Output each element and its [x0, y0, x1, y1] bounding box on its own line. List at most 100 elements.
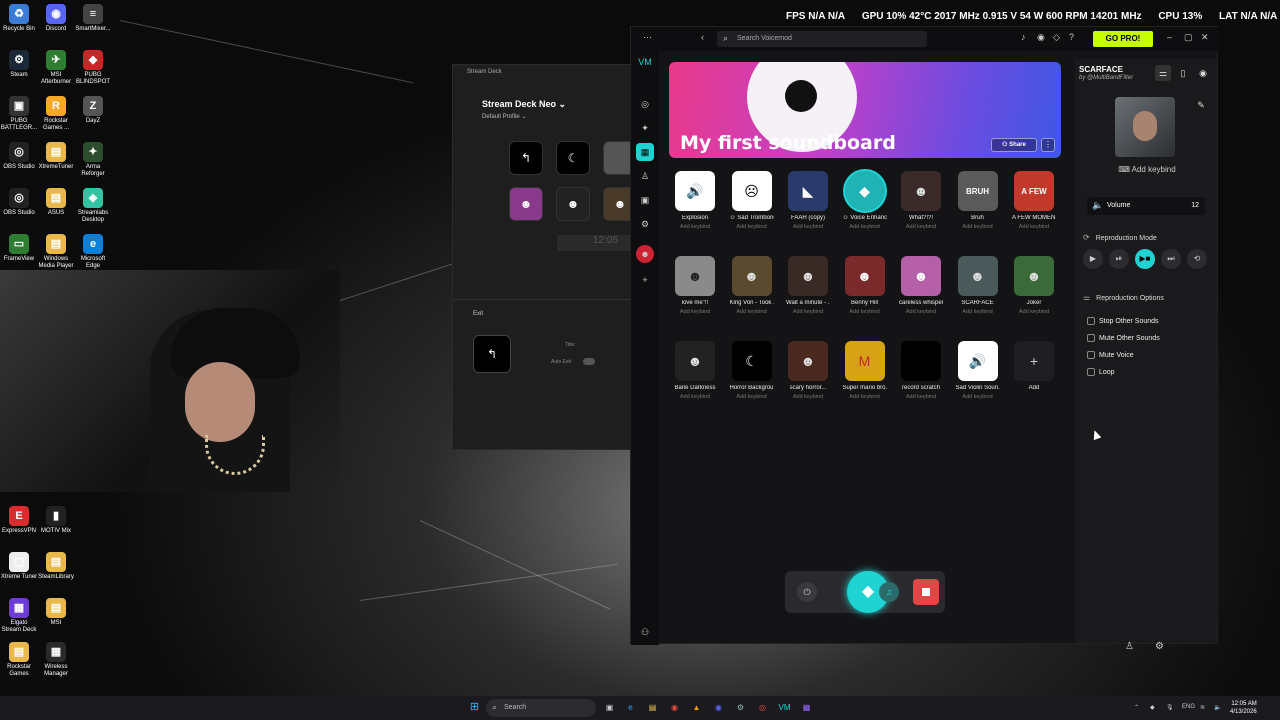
windows-start-icon[interactable]: ⊞	[468, 701, 481, 714]
share-button[interactable]: ⚇ Share	[991, 138, 1037, 152]
add-keybind-button[interactable]: ⌨ Add keybind	[1115, 165, 1179, 174]
stream-deck-key-person[interactable]: ☻	[556, 187, 590, 221]
sound-tile[interactable]: 🔊 Explosion Add keybind	[673, 171, 717, 230]
sound-add-keybind[interactable]: Add keybind	[899, 394, 943, 400]
desktop-icon[interactable]: ◈ Streamlabs Desktop	[74, 188, 112, 224]
discord-taskbar-icon[interactable]: ◉	[712, 701, 725, 714]
voice-changer-icon[interactable]: ◎	[636, 95, 654, 113]
desktop-icon[interactable]: ♻ Recycle Bin	[0, 4, 38, 33]
desktop-icon[interactable]: ≡ SmartMixer...	[74, 4, 112, 33]
mode-play-pause-icon[interactable]: ⏯	[1109, 249, 1129, 269]
task-view-icon[interactable]: ▣	[603, 701, 616, 714]
sound-tile[interactable]: ☻ SCARFACE Add keybind	[956, 256, 1000, 315]
wifi-icon[interactable]: ≋	[1200, 704, 1205, 711]
sound-add-keybind[interactable]: Add keybind	[673, 394, 717, 400]
help-icon[interactable]: ?	[1069, 32, 1074, 42]
desktop-icon[interactable]: ▭ FrameView	[0, 234, 38, 263]
edit-pencil-icon[interactable]: ✎	[1193, 97, 1209, 113]
sound-add-keybind[interactable]: Add keybind	[1012, 224, 1056, 230]
desktop-icon[interactable]: ▤ ASUS	[37, 188, 75, 217]
option-mute-other-sounds[interactable]: Mute Other Sounds	[1087, 334, 1160, 342]
sound-add-keybind[interactable]: Add keybind	[899, 309, 943, 315]
taskbar-search-input[interactable]: ⌕ Search	[486, 699, 596, 717]
desktop-icon[interactable]: ▤ SteamLibrary	[37, 552, 75, 581]
desktop-icon[interactable]: ▢ Xtreme Tuner	[0, 552, 38, 581]
sound-tile[interactable]: A FEW A FEW MOMEN... Add keybind	[1012, 171, 1056, 230]
sound-tile[interactable]: ☻ Joker Add keybind	[1012, 256, 1056, 315]
steam-taskbar-icon[interactable]: ⚙	[734, 701, 747, 714]
tray-app-icon[interactable]: ◆	[1150, 704, 1155, 711]
option-stop-other-sounds[interactable]: Stop Other Sounds	[1087, 317, 1159, 325]
desktop-icon[interactable]: ▮ MOTIV Mix	[37, 506, 75, 535]
sound-add-keybind[interactable]: Add keybind	[786, 224, 830, 230]
app-icon[interactable]: ▲	[690, 701, 703, 714]
stream-deck-taskbar-icon[interactable]: ▦	[800, 701, 813, 714]
desktop-icon[interactable]: ◆ PUBG BLINDSPOT	[74, 50, 112, 86]
sound-add-keybind[interactable]: Add keybind	[730, 309, 774, 315]
sound-add-keybind[interactable]: Add keybind	[1012, 309, 1056, 315]
add-sound-tile[interactable]: + Add	[1012, 341, 1056, 391]
sound-add-keybind[interactable]: Add keybind	[730, 394, 774, 400]
sound-tile[interactable]: ☻ love me"!! Add keybind	[673, 256, 717, 315]
voicemod-search-input[interactable]: ⌕ Search Voicemod	[717, 31, 927, 47]
desktop-icon[interactable]: ⚙ Steam	[0, 50, 38, 79]
sound-add-keybind[interactable]: Add keybind	[956, 224, 1000, 230]
desktop-icon[interactable]: E ExpressVPN	[0, 506, 38, 535]
desktop-icon[interactable]: ✈ MSI Afterburner	[37, 50, 75, 86]
power-icon[interactable]: ⏻	[797, 582, 817, 602]
mode-play-stop-icon[interactable]: ▶■	[1135, 249, 1155, 269]
desktop-icon[interactable]: ◉ Discord	[37, 4, 75, 33]
stream-deck-auto-exit-toggle[interactable]	[583, 358, 595, 365]
edge-icon[interactable]: e	[624, 701, 637, 714]
sound-add-keybind[interactable]: Add keybind	[956, 394, 1000, 400]
sound-add-keybind[interactable]: Add keybind	[673, 309, 717, 315]
checkbox[interactable]	[1087, 317, 1095, 325]
menu-icon[interactable]: ⋯	[643, 32, 652, 43]
sound-tile[interactable]: ☻ Benny Hill Add keybind	[843, 256, 887, 315]
minimize-icon[interactable]: –	[1167, 32, 1172, 42]
stream-deck-exit-key[interactable]: ↰	[473, 335, 511, 373]
sound-add-keybind[interactable]: Add keybind	[786, 394, 830, 400]
sound-tile[interactable]: ☾ Horror Backgrou... Add keybind	[730, 341, 774, 400]
stream-deck-profile-select[interactable]: Default Profile ⌄	[482, 113, 631, 120]
hear-myself-icon[interactable]: ♫	[879, 582, 899, 602]
sound-tile[interactable]: ◣ FAAH (copy) Add keybind	[786, 171, 830, 230]
desktop-icon[interactable]: ◎ OBS Studio	[0, 142, 38, 171]
store-icon[interactable]: ▣	[636, 191, 654, 209]
sound-tile[interactable]: ☻ What?!?! Add keybind	[899, 171, 943, 230]
sliders-icon[interactable]: ⚌	[1155, 65, 1171, 81]
sound-tile[interactable]: ☻ Wait a minute - ... Add keybind	[786, 256, 830, 315]
microphone-icon[interactable]: 🎙	[1166, 704, 1174, 711]
desktop-icon[interactable]: ▤ Windows Media Player	[37, 234, 75, 270]
option-mute-voice[interactable]: Mute Voice	[1087, 351, 1134, 359]
sound-tile[interactable]: ◆ ☺ Voice Enhancer Add keybind	[843, 171, 887, 230]
stream-deck-key-moon[interactable]: ☾	[556, 141, 590, 175]
settings-gear-icon[interactable]: ⚙	[636, 215, 654, 233]
mode-play-icon[interactable]: ▶	[1083, 249, 1103, 269]
soundboard-icon[interactable]: ▦	[636, 143, 654, 161]
desktop-icon[interactable]: ✦ Arma Reforger	[74, 142, 112, 178]
sound-tile[interactable]: ☻ careless whisper Add keybind	[899, 256, 943, 315]
mode-restart-icon[interactable]: ⏭	[1161, 249, 1181, 269]
back-chevron-icon[interactable]: ‹	[701, 32, 704, 42]
account-icon[interactable]: ⚇	[636, 623, 654, 641]
sound-tile[interactable]: BRUH Bruh Add keybind	[956, 171, 1000, 230]
effects-icon[interactable]: ✦	[636, 119, 654, 137]
maximize-icon[interactable]: ▢	[1184, 32, 1193, 43]
voicemod-logo-icon[interactable]: VM	[636, 53, 654, 71]
desktop-icon[interactable]: ▦ Wireless Manager	[37, 642, 75, 678]
voicemod-taskbar-icon[interactable]: VM	[778, 701, 791, 714]
desktop-icon[interactable]: ▦ Elgato Stream Deck	[0, 598, 38, 634]
desktop-icon[interactable]: R Rockstar Games ...	[37, 96, 75, 132]
desktop-icon[interactable]: ▤ MSI	[37, 598, 75, 627]
desktop-icon[interactable]: ▣ PUBG BATTLEGR...	[0, 96, 38, 132]
sound-add-keybind[interactable]: Add keybind	[673, 224, 717, 230]
sound-add-keybind[interactable]: Add keybind	[843, 394, 887, 400]
stream-deck-key-back[interactable]: ↰	[509, 141, 543, 175]
option-loop[interactable]: Loop	[1087, 368, 1115, 376]
effects-settings-icon[interactable]: ⚙	[1155, 641, 1164, 652]
stop-all-sounds-button[interactable]	[913, 579, 939, 605]
speaker-icon[interactable]: 🔈	[1214, 704, 1221, 711]
sound-tile[interactable]: ☻ Bane Darkness Add keybind	[673, 341, 717, 400]
close-icon[interactable]: ✕	[1201, 32, 1209, 43]
